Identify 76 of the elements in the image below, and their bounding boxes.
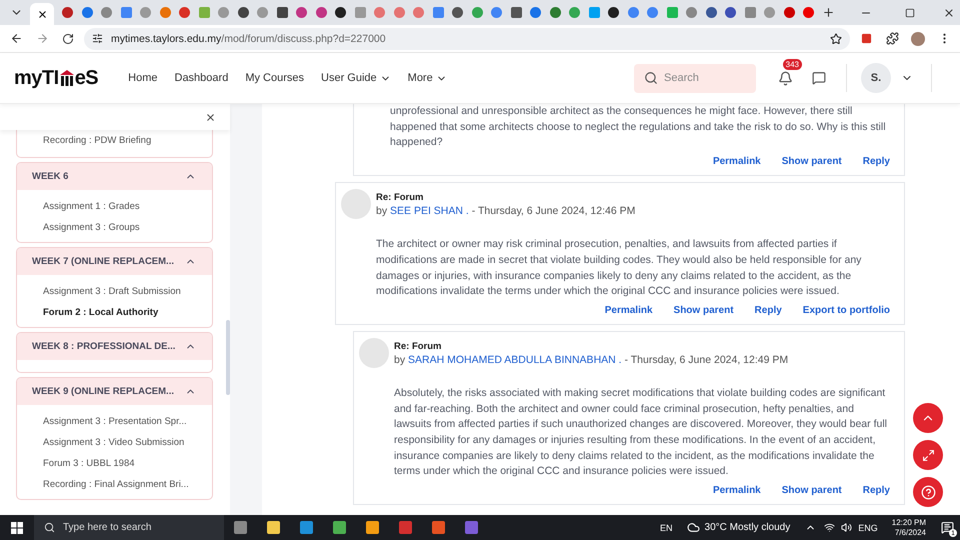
notification-center-icon[interactable] [940,521,954,534]
nav-link[interactable]: My Courses [245,72,304,84]
volume-icon[interactable] [841,522,852,533]
close-icon[interactable] [36,8,48,20]
avatar-placeholder [359,338,389,368]
post-text: Absolutely, the risks associated with making secret modifications that violate building codes are significant and far-reaching. Both the architect and owner could face criminal prosecution, hefty penalties, and lawsuits from affected parties if such unauthorized changes are discovered. Moreover, they would bear full responsibility for any damages or injuries resulting from these modifications. In the event of an accident, insurance companies are likely to deny claims related to the incident, as the modifications invalidate the terms under which the original CCC and insurance policies were issued. [394,386,888,480]
expand-icon [922,448,934,462]
section-header[interactable]: WEEK 7 (ONLINE REPLACEM... [17,248,212,275]
building-logo-icon [58,69,75,87]
section-header[interactable]: WEEK 6 [17,163,212,190]
post-action-link[interactable]: Export to portfolio [802,304,890,316]
post-action-link[interactable]: Reply [862,156,890,168]
taskbar-clock[interactable]: 12:20 PM 7/6/2024 [892,518,926,538]
author-link[interactable]: SARAH MOHAMED ABDULLA BINNABHAN . [408,354,622,366]
tab-favicon-icon[interactable] [725,7,736,18]
course-index-item[interactable]: Assignment 3 : Presentation Spr... [17,411,212,432]
tab-favicon-icon[interactable] [452,7,463,18]
post-action-link[interactable]: Reply [862,485,890,496]
notification-bell-icon[interactable] [778,70,792,86]
nav-link[interactable]: Home [128,72,158,84]
post-text: The architect or owner may risk criminal prosecution, penalties, and lawsuits from affected parties if modifications are made in secret that violate building codes. They would also be held responsible for any damages or injuries, with insurance companies likely to deny any claims related to the accident, as the modifications invalidate the terms under which the original CCC and insurance policies were issued. [376,237,862,300]
close-icon[interactable] [205,112,216,122]
search-icon [644,71,658,85]
post-action-link[interactable]: Permalink [604,304,653,316]
help-icon [920,484,936,500]
section-header[interactable]: WEEK 8 : PROFESSIONAL DE... [17,333,212,360]
post-text: unprofessional and unresponsible architect as the consequences he might face. However, there still happened that some architects choose to neglect the regulations and take the risk to do so. Why is this still happened? [390,104,887,150]
post-action-link[interactable]: Show parent [674,304,734,316]
scroll-top-button[interactable] [913,403,943,433]
course-index-item[interactable]: Assignment 1 : Grades [17,196,212,217]
cloud-icon[interactable] [686,521,700,534]
weather-text[interactable]: 30°C Mostly cloudy [704,522,790,533]
course-index-item[interactable]: Assignment 3 : Groups [17,217,212,238]
post-subject: Re: Forum [394,340,442,352]
wifi-icon[interactable] [824,522,836,533]
course-index-item[interactable]: Recording : PDW Briefing [17,130,212,151]
course-index-item[interactable]: Assignment 3 : Draft Submission [17,281,212,302]
nav-link[interactable]: More [408,72,447,84]
tab-favicon-icon[interactable] [276,7,288,18]
avatar-placeholder [341,189,371,220]
tab-favicon-icon[interactable] [510,7,522,18]
course-index-item[interactable]: Forum 3 : UBBL 1984 [17,453,212,474]
post-action-link[interactable]: Show parent [782,156,842,168]
search-icon [44,522,55,533]
site-settings-icon[interactable] [92,33,103,44]
post-action-link[interactable]: Reply [754,304,782,316]
author-link[interactable]: SEE PEI SHAN . [390,205,469,218]
site-logo[interactable]: myTI eS [14,66,98,90]
course-index-item[interactable]: Recording : Final Assignment Bri... [17,474,212,495]
tab-favicon-icon[interactable] [706,7,716,18]
user-avatar[interactable]: S. [861,63,891,93]
nav-link[interactable]: Dashboard [174,72,228,84]
input-language[interactable]: ENG [858,522,878,532]
url-text: mytimes.taylors.edu.my/mod/forum/discuss.php?d=227000 [111,32,386,44]
tab-favicon-icon[interactable] [238,7,248,18]
course-index-item[interactable]: Forum 2 : Local Authority [17,302,212,323]
active-tab[interactable] [30,3,54,25]
post-byline: by SEE PEI SHAN . - Thursday, 6 June 2024, 12:46 PM [376,205,636,218]
tab-favicon-icon[interactable] [335,7,346,18]
address-bar[interactable]: mytimes.taylors.edu.my/mod/forum/discuss.php?d=227000 [84,28,850,50]
nav-link[interactable]: User Guide [321,72,391,84]
bookmark-star-icon[interactable] [830,32,842,44]
expand-button[interactable] [913,440,943,470]
post-byline: by SARAH MOHAMED ABDULLA BINNABHAN . - Thursday, 6 June 2024, 12:49 PM [394,354,790,366]
post-action-link[interactable]: Show parent [782,485,842,496]
notification-count: 343 [782,59,802,70]
section-header[interactable]: WEEK 9 (ONLINE REPLACEM... [17,378,212,405]
post-action-link[interactable]: Permalink [712,156,761,168]
scrollbar-thumb[interactable] [226,320,230,395]
taskbar-search-field[interactable]: Type here to search [34,515,224,540]
language-indicator[interactable]: EN [660,522,673,532]
course-index-item[interactable]: Assignment 3 : Video Submission [17,432,212,453]
post-action-link[interactable]: Permalink [712,485,761,496]
tab-favicon-icon[interactable] [608,7,619,18]
help-button[interactable] [913,477,943,507]
post-subject: Re: Forum [376,192,424,204]
